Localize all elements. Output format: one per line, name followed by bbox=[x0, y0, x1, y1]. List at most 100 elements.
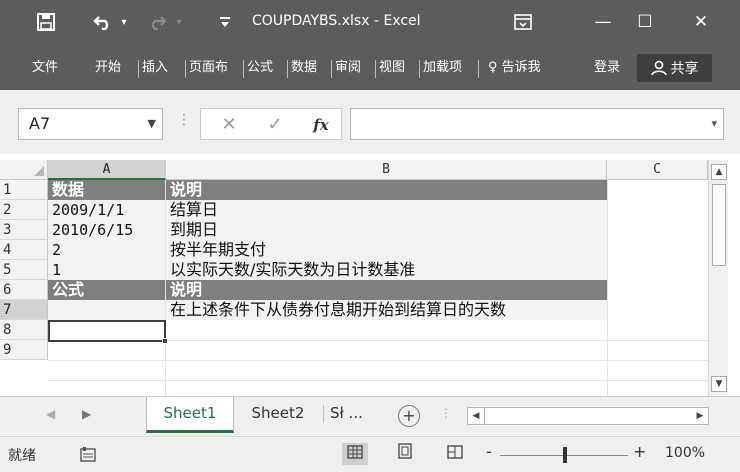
person-icon bbox=[650, 60, 667, 76]
confirm-entry-button[interactable]: ✓ bbox=[263, 113, 287, 137]
column-header-b[interactable]: B bbox=[166, 160, 607, 180]
tab-file[interactable]: 文件 bbox=[32, 58, 58, 78]
tab-page-layout[interactable]: 页面布 bbox=[189, 58, 228, 78]
formula-bar-grip-icon[interactable]: ⋮ bbox=[177, 112, 191, 128]
cell-a5[interactable]: 1 bbox=[48, 260, 61, 280]
share-button[interactable]: 共享 bbox=[637, 54, 712, 82]
cell-b4[interactable]: 按半年期支付 bbox=[166, 240, 266, 260]
ribbon-collapsed bbox=[0, 90, 740, 98]
row-header-5[interactable]: 5 bbox=[0, 260, 48, 280]
sheet-tab-more[interactable]: Sł ... bbox=[330, 397, 388, 433]
minimize-button[interactable]: — bbox=[591, 10, 615, 34]
scroll-up-icon[interactable]: ▲ bbox=[711, 164, 727, 180]
status-ready: 就绪 bbox=[8, 448, 36, 464]
cell-a7[interactable] bbox=[48, 300, 52, 320]
cell-a9[interactable] bbox=[48, 340, 52, 360]
row-header-9[interactable]: 9 bbox=[0, 340, 48, 360]
zoom-in-button[interactable]: + bbox=[633, 442, 646, 461]
column-header-a[interactable]: A bbox=[48, 160, 166, 180]
ribbon-display-options-icon[interactable] bbox=[511, 10, 535, 34]
add-sheet-icon[interactable]: + bbox=[398, 405, 420, 427]
insert-function-button[interactable]: fx bbox=[309, 113, 333, 137]
cell-b2[interactable]: 结算日 bbox=[166, 200, 218, 220]
tab-addins[interactable]: 加载项 bbox=[423, 58, 462, 78]
zoom-out-button[interactable]: - bbox=[486, 442, 492, 461]
login-link[interactable]: 登录 bbox=[594, 58, 620, 78]
cell-a2[interactable]: 2009/1/1 bbox=[48, 200, 124, 220]
cell-a1[interactable]: 数据 bbox=[48, 180, 84, 200]
cell-b3[interactable]: 到期日 bbox=[166, 220, 218, 240]
name-box-value: A7 bbox=[29, 114, 51, 133]
cell-a3[interactable]: 2010/6/15 bbox=[48, 220, 133, 240]
window-title: COUPDAYBS.xlsx - Excel bbox=[252, 13, 421, 29]
zoom-slider-thumb[interactable] bbox=[563, 447, 567, 463]
page-layout-view-icon[interactable] bbox=[392, 443, 418, 465]
page-break-view-icon[interactable] bbox=[442, 443, 468, 465]
tab-separator bbox=[478, 60, 479, 78]
title-bar: ▾ ▾ COUPDAYBS.xlsx - Excel — ☐ ✕ 文件 开始 插… bbox=[0, 0, 740, 90]
name-box[interactable]: A7 ▼ bbox=[18, 108, 163, 140]
macro-record-icon[interactable] bbox=[80, 446, 96, 466]
row-header-2[interactable]: 2 bbox=[0, 200, 48, 220]
tab-review[interactable]: 审阅 bbox=[335, 58, 361, 78]
prev-sheet-icon[interactable]: ◀ bbox=[46, 407, 55, 421]
cell-b6[interactable]: 说明 bbox=[166, 280, 202, 300]
cell-b5[interactable]: 以实际天数/实际天数为日计数基准 bbox=[166, 260, 415, 280]
chevron-down-icon[interactable]: ▼ bbox=[148, 109, 156, 139]
cell-b7[interactable]: 在上述条件下从债券付息期开始到结算日的天数 bbox=[166, 300, 506, 320]
sheet-tab-bar: ◀ ▶ Sheet1 Sheet2 Sł ... + ⋮ ◀ ▶ bbox=[0, 396, 740, 436]
scroll-thumb[interactable] bbox=[712, 184, 726, 266]
tab-insert[interactable]: 插入 bbox=[142, 58, 168, 78]
fill-handle[interactable] bbox=[162, 338, 168, 344]
row-header-1[interactable]: 1 bbox=[0, 180, 48, 200]
scroll-down-icon[interactable]: ▼ bbox=[711, 376, 727, 392]
tab-formulas[interactable]: 公式 bbox=[247, 58, 273, 78]
tab-separator bbox=[243, 60, 244, 78]
cancel-entry-button[interactable]: ✕ bbox=[217, 113, 241, 137]
scroll-left-icon[interactable]: ◀ bbox=[468, 408, 484, 424]
row-header-7[interactable]: 7 bbox=[0, 300, 48, 320]
scroll-right-icon[interactable]: ▶ bbox=[692, 408, 708, 424]
quick-access-toolbar: ▾ ▾ COUPDAYBS.xlsx - Excel — ☐ ✕ bbox=[0, 0, 740, 44]
undo-dropdown-icon[interactable]: ▾ bbox=[117, 10, 131, 34]
tab-split-grip-icon[interactable]: ⋮ bbox=[440, 406, 452, 420]
tab-home[interactable]: 开始 bbox=[95, 58, 121, 78]
undo-icon[interactable] bbox=[92, 10, 114, 34]
customize-toolbar-icon[interactable] bbox=[216, 10, 234, 34]
grid-line bbox=[607, 180, 608, 396]
row-header-8[interactable]: 8 bbox=[0, 320, 48, 340]
scroll-divider bbox=[484, 408, 485, 424]
row-header-4[interactable]: 4 bbox=[0, 240, 48, 260]
sheet-tab-separator bbox=[323, 405, 324, 423]
share-label: 共享 bbox=[670, 61, 699, 77]
active-cell-selection[interactable] bbox=[48, 320, 166, 342]
formula-bar: A7 ▼ ⋮ ✕ ✓ fx ▾ bbox=[0, 98, 740, 154]
normal-view-icon[interactable] bbox=[342, 443, 368, 465]
zoom-level[interactable]: 100% bbox=[665, 445, 705, 461]
worksheet-grid: A B C 1 2 3 4 5 6 7 8 9 数据 说明 2009/1/1 结… bbox=[0, 160, 740, 396]
tab-view[interactable]: 视图 bbox=[379, 58, 405, 78]
save-icon[interactable] bbox=[34, 10, 58, 34]
vertical-scrollbar[interactable]: ▲ ▼ bbox=[708, 160, 728, 396]
row-header-6[interactable]: 6 bbox=[0, 280, 48, 300]
next-sheet-icon[interactable]: ▶ bbox=[82, 407, 91, 421]
select-all-button[interactable] bbox=[0, 160, 48, 180]
tab-separator bbox=[331, 60, 332, 78]
horizontal-scrollbar[interactable]: ◀ ▶ bbox=[467, 407, 709, 425]
expand-formula-bar-icon[interactable]: ▾ bbox=[711, 117, 717, 130]
sheet-tab-sheet1[interactable]: Sheet1 bbox=[146, 397, 234, 433]
formula-input[interactable]: ▾ bbox=[350, 108, 724, 140]
sheet-tab-sheet2[interactable]: Sheet2 bbox=[238, 397, 318, 433]
status-bar: 就绪 - + 100% bbox=[0, 436, 740, 472]
grid-line bbox=[48, 380, 708, 381]
column-header-c[interactable]: C bbox=[607, 160, 708, 180]
tab-data[interactable]: 数据 bbox=[291, 58, 317, 78]
close-button[interactable]: ✕ bbox=[689, 10, 713, 34]
row-header-3[interactable]: 3 bbox=[0, 220, 48, 240]
row-fill bbox=[48, 240, 607, 260]
cell-a6[interactable]: 公式 bbox=[48, 280, 84, 300]
cell-a4[interactable]: 2 bbox=[48, 240, 61, 260]
maximize-button[interactable]: ☐ bbox=[633, 10, 657, 34]
cell-b1[interactable]: 说明 bbox=[166, 180, 202, 200]
tell-me-search[interactable]: ♀ 告诉我 bbox=[488, 58, 541, 78]
